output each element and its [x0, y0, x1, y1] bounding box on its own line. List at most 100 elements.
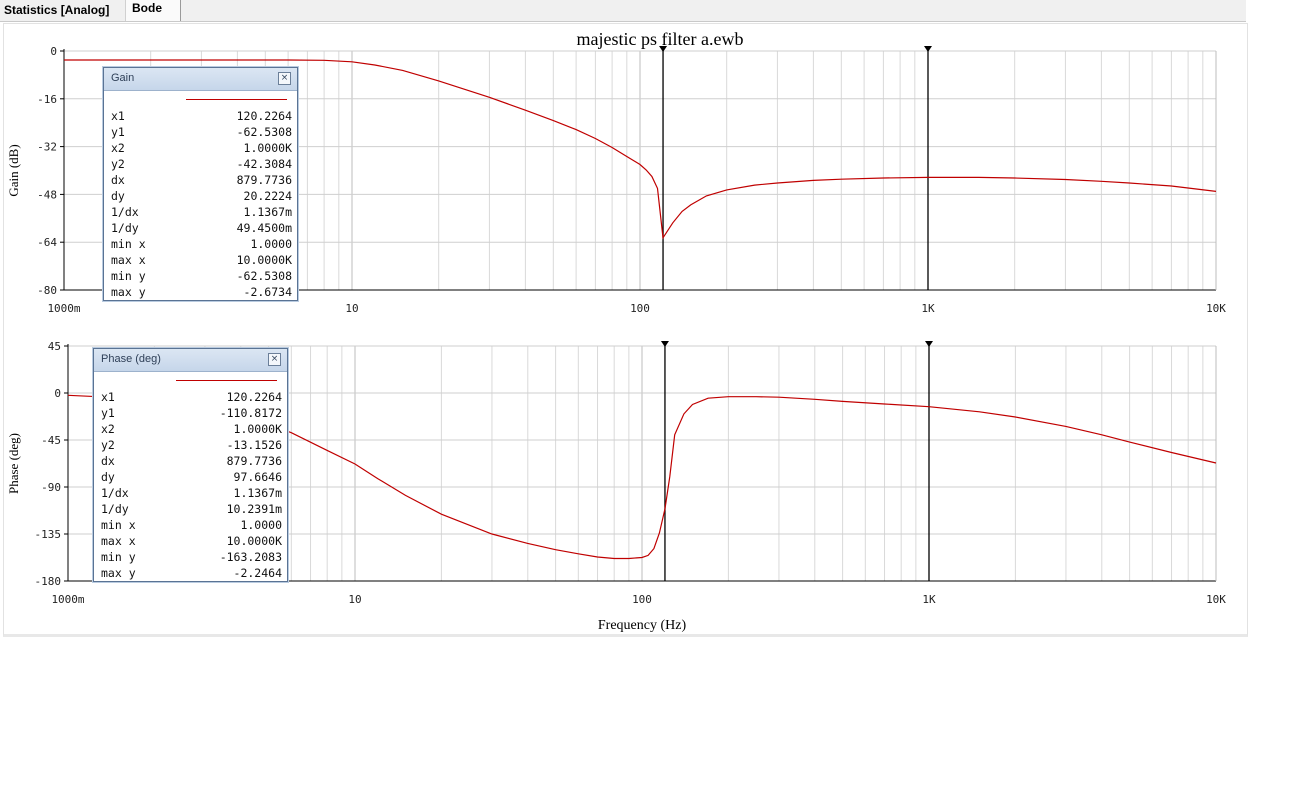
legend-key: y2: [111, 157, 125, 171]
y-tick-label: 0: [54, 387, 61, 400]
legend-key: x2: [111, 141, 125, 155]
legend-key: y1: [101, 406, 115, 420]
legend-value: 1.0000K: [243, 141, 292, 155]
legend-value: 120.2264: [236, 109, 292, 123]
legend-value: 1.1367m: [243, 205, 292, 219]
x-tick-label: 10K: [1206, 302, 1226, 315]
legend-key: x1: [101, 390, 115, 404]
legend-key: max y: [101, 566, 136, 580]
legend-row: max x 10.0000K: [111, 253, 292, 269]
x-tick-label: 1000m: [51, 593, 84, 606]
legend-row: x1 120.2264: [111, 109, 292, 125]
y-tick-label: 45: [48, 340, 61, 353]
legend-value: 49.4500m: [236, 221, 292, 235]
x-tick-label: 1K: [921, 302, 935, 315]
legend-key: 1/dy: [111, 221, 139, 235]
legend-key: 1/dx: [111, 205, 139, 219]
legend-key: dx: [111, 173, 125, 187]
legend-value: -110.8172: [219, 406, 282, 420]
legend-row: dx 879.7736: [111, 173, 292, 189]
y-tick-label: -48: [37, 188, 57, 201]
y-tick-label: -16: [37, 93, 57, 106]
x-tick-label: 10K: [1206, 593, 1226, 606]
legend-key: max x: [111, 253, 146, 267]
gain-legend-line-swatch: [186, 99, 287, 100]
legend-row: 1/dx 1.1367m: [111, 205, 292, 221]
phase-legend-header[interactable]: Phase (deg) ×: [94, 349, 287, 372]
x-tick-label: 10: [348, 593, 361, 606]
legend-value: -62.5308: [236, 125, 292, 139]
legend-key: dy: [101, 470, 115, 484]
x-tick-label: 1K: [922, 593, 936, 606]
x-tick-label: 100: [630, 302, 650, 315]
legend-key: min y: [111, 269, 146, 283]
legend-value: -42.3084: [236, 157, 292, 171]
gain-legend-title: Gain: [111, 72, 135, 84]
legend-key: min y: [101, 550, 136, 564]
close-icon[interactable]: ×: [268, 353, 281, 366]
legend-row: dy 20.2224: [111, 189, 292, 205]
legend-row: x1 120.2264: [101, 390, 282, 406]
legend-row: x2 1.0000K: [101, 422, 282, 438]
legend-value: 1.1367m: [233, 486, 282, 500]
legend-value: 20.2224: [243, 189, 292, 203]
y-tick-label: -80: [37, 284, 57, 297]
legend-row: min x 1.0000: [101, 518, 282, 534]
legend-key: x1: [111, 109, 125, 123]
legend-value: 10.0000K: [236, 253, 292, 267]
legend-row: 1/dy 10.2391m: [101, 502, 282, 518]
y-tick-label: -32: [37, 141, 57, 154]
legend-value: -2.2464: [233, 566, 282, 580]
tab-bode[interactable]: Bode: [125, 0, 181, 21]
legend-key: max x: [101, 534, 136, 548]
y-tick-label: 0: [50, 45, 57, 58]
legend-value: -62.5308: [236, 269, 292, 283]
x-tick-label: 100: [632, 593, 652, 606]
legend-key: dx: [101, 454, 115, 468]
x-tick-label: 10: [345, 302, 358, 315]
phase-cursor-legend[interactable]: Phase (deg) × x1 120.2264 y1 -110.8172 x2 1.0…: [93, 348, 288, 582]
gain-legend-header[interactable]: Gain ×: [104, 68, 297, 91]
y-tick-label: -45: [41, 434, 61, 447]
legend-row: 1/dy 49.4500m: [111, 221, 292, 237]
phase-legend-line-swatch: [176, 380, 277, 381]
y-tick-label: -90: [41, 481, 61, 494]
legend-key: min x: [111, 237, 146, 251]
legend-value: 1.0000: [250, 237, 292, 251]
legend-key: 1/dy: [101, 502, 129, 516]
legend-row: min y -163.2083: [101, 550, 282, 566]
gain-legend-rows: x1 120.2264 y1 -62.5308 x2 1.0000K y2 -42.3084 d…: [111, 109, 292, 301]
y-tick-label: -135: [35, 528, 62, 541]
legend-value: 97.6646: [233, 470, 282, 484]
legend-value: 10.2391m: [226, 502, 282, 516]
legend-row: max x 10.0000K: [101, 534, 282, 550]
legend-value: 1.0000: [240, 518, 282, 532]
x-tick-label: 1000m: [47, 302, 80, 315]
legend-value: -2.6734: [243, 285, 292, 299]
legend-row: 1/dx 1.1367m: [101, 486, 282, 502]
phase-legend-rows: x1 120.2264 y1 -110.8172 x2 1.0000K y2 -13.1526…: [101, 390, 282, 582]
phase-legend-title: Phase (deg): [101, 353, 161, 365]
legend-row: max y -2.2464: [101, 566, 282, 582]
legend-key: max y: [111, 285, 146, 299]
tab-bar: Statistics [Analog] Bode: [0, 0, 1246, 22]
legend-value: 10.0000K: [226, 534, 282, 548]
legend-key: x2: [101, 422, 115, 436]
tab-statistics-analog[interactable]: Statistics [Analog]: [0, 0, 125, 20]
legend-key: y2: [101, 438, 115, 452]
legend-key: 1/dx: [101, 486, 129, 500]
legend-value: -163.2083: [219, 550, 282, 564]
y-axis-label: Phase (deg): [6, 433, 21, 494]
gain-cursor-legend[interactable]: Gain × x1 120.2264 y1 -62.5308 x2 1.0000K y2 -4…: [103, 67, 298, 301]
close-icon[interactable]: ×: [278, 72, 291, 85]
legend-value: -13.1526: [226, 438, 282, 452]
legend-row: y1 -110.8172: [101, 406, 282, 422]
legend-value: 879.7736: [226, 454, 282, 468]
legend-row: min x 1.0000: [111, 237, 292, 253]
legend-row: dy 97.6646: [101, 470, 282, 486]
legend-row: y2 -42.3084: [111, 157, 292, 173]
legend-key: y1: [111, 125, 125, 139]
y-tick-label: -180: [35, 575, 62, 588]
legend-value: 879.7736: [236, 173, 292, 187]
legend-row: min y -62.5308: [111, 269, 292, 285]
